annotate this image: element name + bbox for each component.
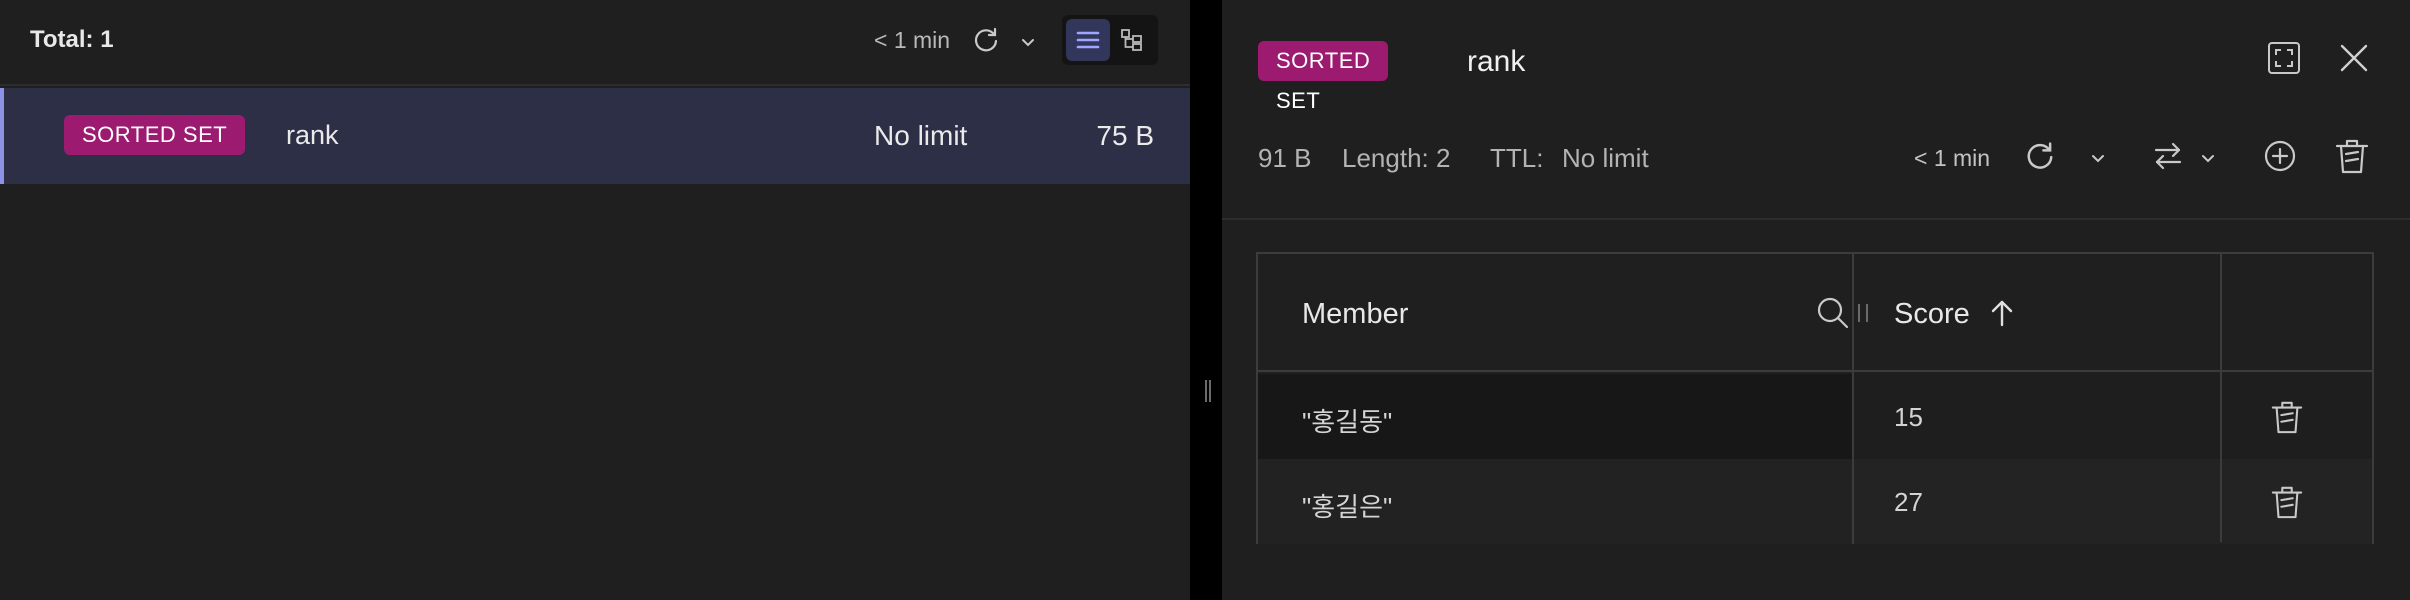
score-column-header[interactable]: Score: [1894, 298, 1970, 331]
table-header: Member Score: [1258, 254, 2372, 372]
ttl-label: TTL:: [1490, 143, 1544, 173]
member-column-header: Member: [1302, 298, 1409, 330]
chevron-down-icon[interactable]: [1018, 32, 1038, 52]
view-mode-toggle: [1062, 15, 1158, 65]
key-name: rank: [286, 120, 339, 150]
list-view-icon: [1076, 31, 1100, 49]
detail-key-name[interactable]: rank: [1467, 45, 1525, 79]
key-row[interactable]: SORTED SET rank No limit 75 B: [0, 88, 1190, 184]
app-root: Total: 1 < 1 min SORTED SET rank No limi…: [0, 0, 2410, 600]
column-resize-handle-icon[interactable]: [1858, 304, 1868, 322]
member-cell: "홍길은": [1302, 492, 1393, 522]
trash-icon[interactable]: [2270, 483, 2304, 521]
member-cell: "홍길동": [1302, 407, 1393, 437]
close-icon[interactable]: [2338, 42, 2370, 74]
key-ttl: No limit: [874, 120, 968, 151]
swap-icon[interactable]: [2150, 138, 2186, 174]
ttl-value[interactable]: No limit: [1562, 143, 1649, 174]
last-refresh-time: < 1 min: [874, 27, 951, 53]
members-table: "홍길동" 15 "홍길은" 27 Member Score: [1256, 252, 2374, 544]
key-list-header: Total: 1 < 1 min: [0, 0, 1190, 86]
key-details-pane: SORTED SET rank 91 B Length: 2 TTL: No l…: [1222, 0, 2410, 600]
table-row[interactable]: "홍길동" 15: [1258, 374, 2372, 459]
list-view-button[interactable]: [1066, 19, 1110, 61]
add-circle-icon[interactable]: [2262, 138, 2298, 174]
header-divider: [1222, 218, 2410, 220]
tree-view-button[interactable]: [1110, 19, 1154, 61]
tree-view-icon: [1121, 29, 1142, 51]
column-divider: [1852, 254, 1854, 542]
score-cell[interactable]: 15: [1894, 402, 1923, 433]
key-list-pane: Total: 1 < 1 min SORTED SET rank No limi…: [0, 0, 1190, 600]
key-length-info: Length: 2: [1342, 143, 1451, 173]
selected-indicator: [0, 88, 4, 184]
pane-splitter[interactable]: [1190, 0, 1222, 600]
arrow-up-icon[interactable]: [1988, 298, 2016, 328]
trash-icon[interactable]: [2334, 136, 2370, 176]
score-cell[interactable]: 27: [1894, 487, 1923, 518]
trash-icon[interactable]: [2270, 398, 2304, 436]
splitter-grip-icon[interactable]: [1205, 380, 1211, 402]
expand-icon[interactable]: [2266, 40, 2302, 76]
key-type-badge: SORTED SET: [64, 115, 246, 155]
refresh-icon[interactable]: [2022, 138, 2058, 174]
table-row[interactable]: "홍길은" 27: [1258, 459, 2372, 544]
column-divider: [2220, 254, 2222, 542]
refresh-icon[interactable]: [970, 24, 1002, 56]
chevron-down-icon[interactable]: [2088, 148, 2108, 168]
chevron-down-icon[interactable]: [2198, 148, 2218, 168]
detail-type-badge: SORTED SET: [1258, 41, 1389, 113]
total-count: Total: 1: [30, 26, 114, 53]
key-size: 75 B: [1096, 120, 1154, 151]
key-size-info: 91 B: [1258, 143, 1312, 173]
search-icon[interactable]: [1816, 296, 1850, 330]
detail-last-refresh: < 1 min: [1914, 145, 1991, 171]
